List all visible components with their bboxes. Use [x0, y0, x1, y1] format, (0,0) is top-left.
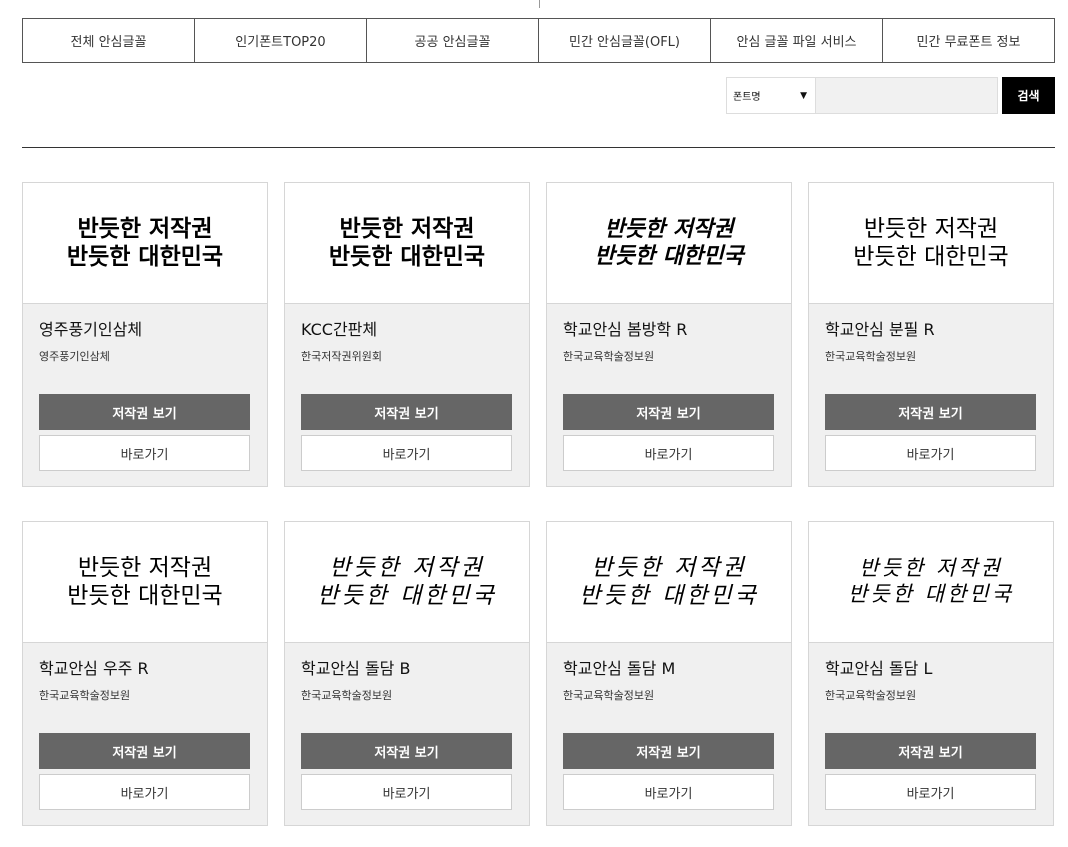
font-maker: 한국교육학술정보원 [563, 350, 655, 363]
font-name: 학교안심 분필 R [825, 320, 935, 339]
font-card: 반듯한 저작권 반듯한 대한민국 KCC간판체 한국저작권위원회 저작권 보기 … [284, 182, 530, 487]
view-copyright-button[interactable]: 저작권 보기 [825, 733, 1036, 769]
tab-safe-font-file-service[interactable]: 안심 글꼴 파일 서비스 [710, 19, 882, 62]
preview-line-1: 반듯한 저작권 [859, 556, 1003, 581]
font-preview: 반듯한 저작권 반듯한 대한민국 [285, 522, 529, 643]
preview-line-2: 반듯한 대한민국 [853, 244, 1009, 270]
font-card: 반듯한 저작권 반듯한 대한민국 학교안심 봄방학 R 한국교육학술정보원 저작… [546, 182, 792, 487]
tab-private-free-font-info[interactable]: 민간 무료폰트 정보 [882, 19, 1054, 62]
caret-down-icon: ▼ [800, 90, 807, 101]
section-divider [22, 147, 1055, 148]
go-to-link-button[interactable]: 바로가기 [39, 774, 250, 810]
go-to-link-button[interactable]: 바로가기 [825, 435, 1036, 471]
search-field-select[interactable]: 폰트명 ▼ [726, 77, 816, 114]
font-preview: 반듯한 저작권 반듯한 대한민국 [547, 183, 791, 304]
go-to-link-button[interactable]: 바로가기 [563, 774, 774, 810]
tab-all-safe-fonts[interactable]: 전체 안심글꼴 [23, 19, 194, 62]
view-copyright-button[interactable]: 저작권 보기 [563, 394, 774, 430]
font-category-tabs: 전체 안심글꼴 인기폰트TOP20 공공 안심글꼴 민간 안심글꼴(OFL) 안… [22, 18, 1055, 63]
search-select-value: 폰트명 [733, 92, 761, 103]
font-maker: 한국교육학술정보원 [563, 689, 655, 702]
tab-private-safe-fonts-ofl[interactable]: 민간 안심글꼴(OFL) [538, 19, 710, 62]
preview-line-2: 반듯한 대한민국 [579, 583, 759, 609]
preview-line-1: 반듯한 저작권 [77, 554, 213, 581]
font-maker: 한국교육학술정보원 [825, 689, 917, 702]
tab-popular-top20[interactable]: 인기폰트TOP20 [194, 19, 366, 62]
font-name: 학교안심 봄방학 R [563, 320, 688, 339]
font-preview: 반듯한 저작권 반듯한 대한민국 [809, 522, 1053, 643]
font-maker: 한국저작권위원회 [301, 350, 382, 363]
view-copyright-button[interactable]: 저작권 보기 [563, 733, 774, 769]
preview-line-1: 반듯한 저작권 [339, 215, 475, 242]
go-to-link-button[interactable]: 바로가기 [301, 435, 512, 471]
font-card-grid: 반듯한 저작권 반듯한 대한민국 영주풍기인삼체 영주풍기인삼체 저작권 보기 … [22, 182, 1056, 826]
preview-line-1: 반듯한 저작권 [863, 215, 999, 242]
view-copyright-button[interactable]: 저작권 보기 [301, 394, 512, 430]
go-to-link-button[interactable]: 바로가기 [39, 435, 250, 471]
preview-line-2: 반듯한 대한민국 [848, 582, 1014, 606]
font-search-bar: 폰트명 ▼ 검색 [726, 77, 1055, 114]
view-copyright-button[interactable]: 저작권 보기 [39, 394, 250, 430]
search-input[interactable] [816, 77, 998, 114]
font-name: 학교안심 돌담 B [301, 659, 411, 678]
view-copyright-button[interactable]: 저작권 보기 [825, 394, 1036, 430]
font-preview: 반듯한 저작권 반듯한 대한민국 [23, 522, 267, 643]
top-divider [539, 0, 540, 8]
preview-line-2: 반듯한 대한민국 [317, 583, 497, 609]
view-copyright-button[interactable]: 저작권 보기 [301, 733, 512, 769]
font-maker: 한국교육학술정보원 [301, 689, 393, 702]
font-preview: 반듯한 저작권 반듯한 대한민국 [285, 183, 529, 304]
font-maker: 한국교육학술정보원 [39, 689, 131, 702]
font-name: KCC간판체 [301, 320, 378, 339]
tab-public-safe-fonts[interactable]: 공공 안심글꼴 [366, 19, 538, 62]
preview-line-2: 반듯한 대한민국 [66, 244, 224, 270]
go-to-link-button[interactable]: 바로가기 [301, 774, 512, 810]
font-card: 반듯한 저작권 반듯한 대한민국 학교안심 돌담 B 한국교육학술정보원 저작권… [284, 521, 530, 826]
preview-line-1: 반듯한 저작권 [329, 554, 485, 581]
go-to-link-button[interactable]: 바로가기 [825, 774, 1036, 810]
preview-line-1: 반듯한 저작권 [604, 216, 734, 243]
preview-line-1: 반듯한 저작권 [77, 215, 213, 242]
preview-line-1: 반듯한 저작권 [591, 554, 747, 581]
font-card: 반듯한 저작권 반듯한 대한민국 학교안심 돌담 L 한국교육학술정보원 저작권… [808, 521, 1054, 826]
go-to-link-button[interactable]: 바로가기 [563, 435, 774, 471]
font-card: 반듯한 저작권 반듯한 대한민국 학교안심 우주 R 한국교육학술정보원 저작권… [22, 521, 268, 826]
preview-line-2: 반듯한 대한민국 [594, 243, 744, 269]
font-preview: 반듯한 저작권 반듯한 대한민국 [547, 522, 791, 643]
search-button[interactable]: 검색 [1002, 77, 1055, 114]
font-card: 반듯한 저작권 반듯한 대한민국 영주풍기인삼체 영주풍기인삼체 저작권 보기 … [22, 182, 268, 487]
preview-line-2: 반듯한 대한민국 [67, 583, 223, 609]
font-name: 학교안심 돌담 L [825, 659, 933, 678]
font-preview: 반듯한 저작권 반듯한 대한민국 [23, 183, 267, 304]
preview-line-2: 반듯한 대한민국 [328, 244, 486, 270]
view-copyright-button[interactable]: 저작권 보기 [39, 733, 250, 769]
font-card: 반듯한 저작권 반듯한 대한민국 학교안심 분필 R 한국교육학술정보원 저작권… [808, 182, 1054, 487]
font-preview: 반듯한 저작권 반듯한 대한민국 [809, 183, 1053, 304]
font-name: 학교안심 돌담 M [563, 659, 676, 678]
font-name: 영주풍기인삼체 [39, 320, 143, 339]
font-card: 반듯한 저작권 반듯한 대한민국 학교안심 돌담 M 한국교육학술정보원 저작권… [546, 521, 792, 826]
font-name: 학교안심 우주 R [39, 659, 149, 678]
font-maker: 영주풍기인삼체 [39, 350, 110, 363]
font-maker: 한국교육학술정보원 [825, 350, 917, 363]
